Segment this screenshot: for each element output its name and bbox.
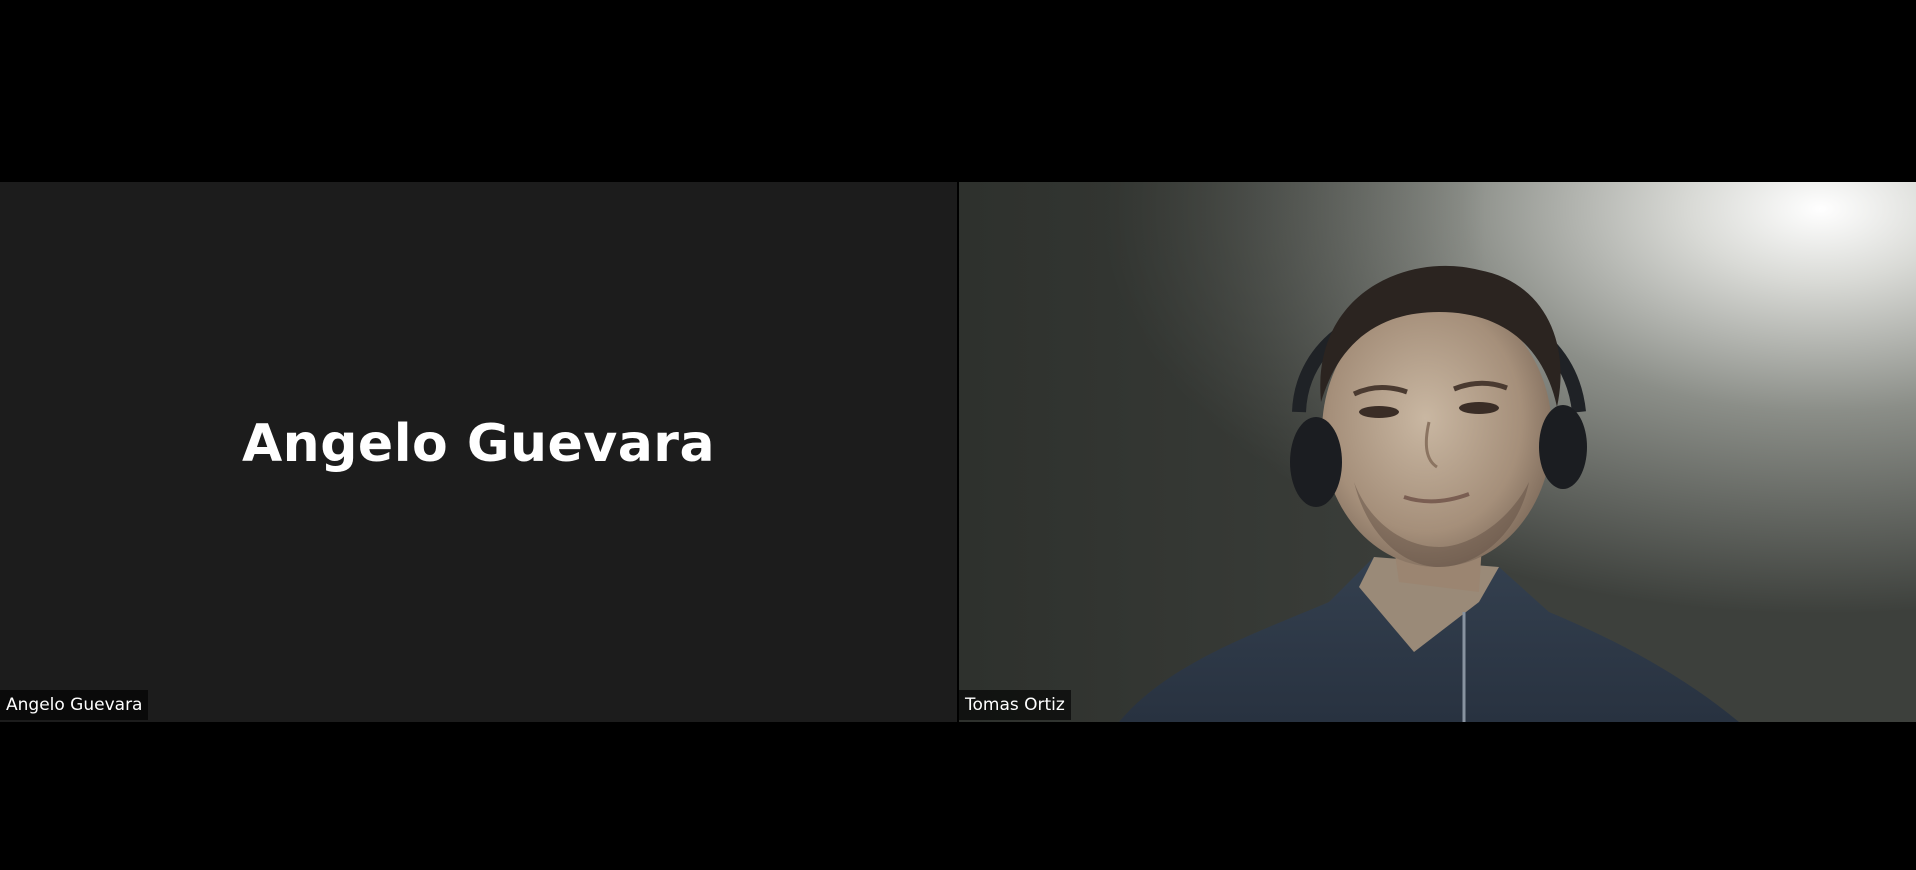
participant-display-name: Angelo Guevara xyxy=(241,414,716,474)
participant-name-tag: Tomas Ortiz xyxy=(959,690,1071,720)
headphones-icon xyxy=(1290,417,1342,507)
participant-tile-tomas[interactable]: Tomas Ortiz xyxy=(959,182,1916,722)
video-call-gallery: Angelo Guevara Angelo Guevara Tomas Orti… xyxy=(0,0,1916,870)
video-feed xyxy=(959,182,1916,722)
participant-tile-angelo[interactable]: Angelo Guevara Angelo Guevara xyxy=(0,182,957,722)
participant-name-tag: Angelo Guevara xyxy=(0,690,149,720)
